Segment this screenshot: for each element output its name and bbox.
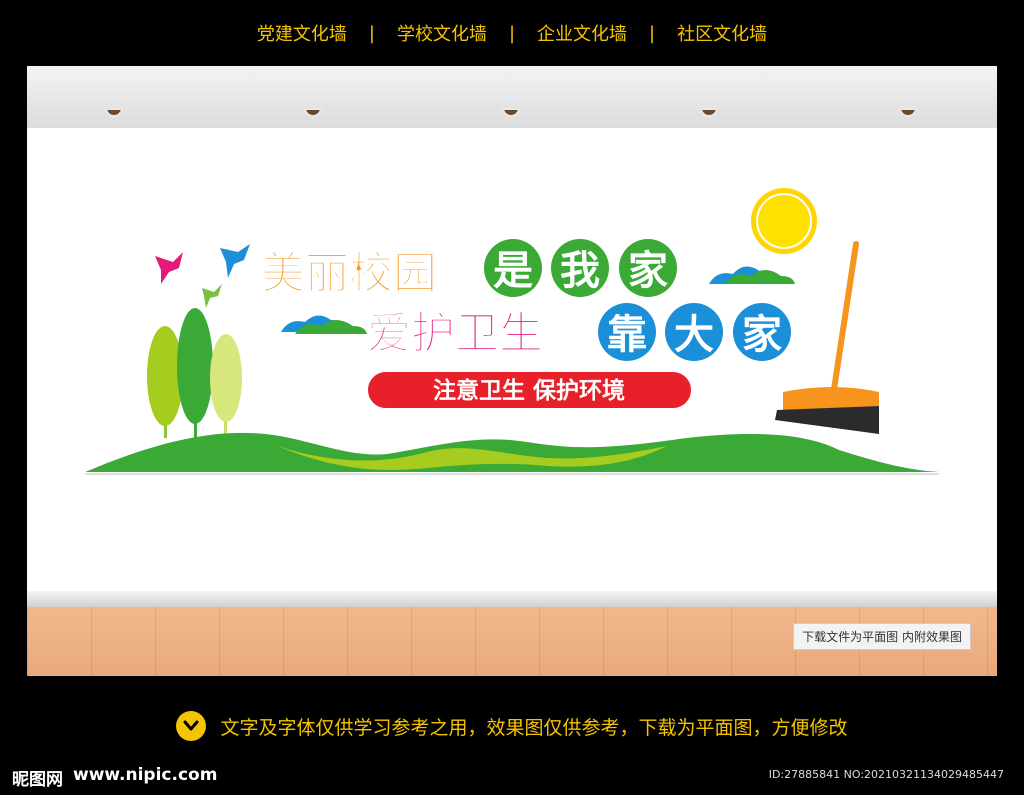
headline-badge: 家	[733, 303, 791, 361]
headline-badge-char: 我	[560, 248, 600, 294]
headline-part1: 美丽校园	[261, 248, 437, 299]
image-id: ID:27885841 NO:20210321134029485447	[768, 768, 1004, 781]
download-note: 下载文件为平面图 内附效果图	[793, 623, 971, 650]
nav-item-enterprise[interactable]: 企业文化墙	[515, 20, 649, 46]
headline-badge: 我	[551, 239, 609, 297]
baseboard	[27, 591, 997, 607]
top-nav: 党建文化墙 | 学校文化墙 | 企业文化墙 | 社区文化墙	[0, 0, 1024, 66]
headline-badge: 靠	[598, 303, 656, 361]
culture-wall-artwork: 美丽校园 是 我 家 爱护卫生 靠 大 家 注意卫生 保护环境	[85, 188, 939, 475]
info-bar: 文字及字体仅供学习参考之用，效果图仅供参考，下载为平面图，方便修改	[0, 700, 1024, 752]
nav-item-community[interactable]: 社区文化墙	[655, 20, 789, 46]
cloud-icon	[709, 266, 795, 284]
broom-icon	[775, 241, 879, 434]
headline-badge: 大	[665, 303, 723, 361]
slogan-pill: 注意卫生 保护环境	[366, 370, 693, 410]
info-text: 文字及字体仅供学习参考之用，效果图仅供参考，下载为平面图，方便修改	[220, 716, 848, 739]
preview-scene: 美丽校园 是 我 家 爱护卫生 靠 大 家 注意卫生 保护环境 下载文件为平面图…	[27, 66, 997, 676]
headline-badge: 家	[619, 239, 677, 297]
cloud-icon	[281, 315, 367, 334]
bird-icon	[155, 252, 183, 284]
nav-item-party[interactable]: 党建文化墙	[235, 20, 369, 46]
headline-badge-char: 家	[742, 312, 782, 358]
headline-badge-char: 大	[674, 312, 714, 358]
site-url[interactable]: www.nipic.com	[73, 765, 217, 790]
headline-badge-char: 靠	[607, 312, 647, 358]
nav-item-school[interactable]: 学校文化墙	[375, 20, 509, 46]
headline-part2: 爱护卫生	[367, 308, 543, 359]
site-logo[interactable]: 昵图网 www.nipic.com	[12, 765, 217, 790]
bird-icon	[220, 244, 250, 278]
sun-icon	[751, 188, 817, 254]
logo-text: 昵图网	[12, 770, 63, 790]
bird-icon	[202, 284, 222, 308]
slogan-text: 注意卫生 保护环境	[433, 377, 625, 404]
headline-badge-char: 是	[493, 248, 533, 294]
hills	[85, 432, 939, 472]
tree-icon	[147, 308, 242, 446]
headline-badge-char: 家	[628, 248, 668, 294]
headline-badge: 是	[484, 239, 542, 297]
chevron-down-icon	[176, 711, 207, 741]
